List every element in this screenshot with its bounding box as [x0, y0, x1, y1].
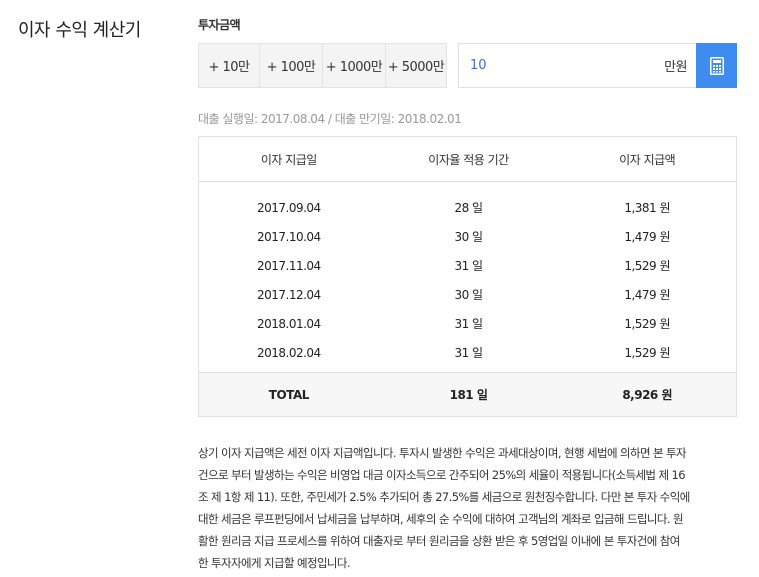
amount-input[interactable] — [459, 44, 665, 87]
amount-unit: 만원 — [664, 60, 687, 75]
table-total-row: TOTAL 181 일 8,926 원 — [199, 372, 736, 416]
header-payment-date: 이자 지급일 — [260, 152, 318, 167]
total-period: 181 일 — [449, 388, 488, 402]
interest-table: 이자 지급일 이자율 적용 기간 이자 지급액 2017.09.04 28 일 … — [198, 136, 737, 417]
amount-input-wrapper: 만원 — [458, 43, 696, 88]
amount-button-group: + 10만 + 100만 + 1000만 + 5000만 — [198, 43, 447, 88]
tax-notice: 상기 이자 지급액은 세전 이자 지급액입니다. 투자시 발생한 수익은 과세대… — [198, 442, 738, 574]
payment-date: 2017.10.04 — [256, 229, 321, 244]
header-payment-amount: 이자 지급액 — [619, 152, 676, 167]
table-row: 2018.01.04 31 일 1,529 원 — [199, 309, 736, 338]
payment-amount: 1,529 원 — [624, 317, 671, 331]
table-row: 2017.09.04 28 일 1,381 원 — [199, 193, 736, 222]
payment-date: 2018.02.04 — [256, 345, 321, 360]
payment-amount: 1,529 원 — [624, 346, 671, 360]
header-rate-period: 이자율 적용 기간 — [428, 152, 509, 167]
total-label: TOTAL — [268, 387, 310, 402]
payment-date: 2017.11.04 — [256, 258, 321, 273]
add-100-button[interactable]: + 100만 — [260, 43, 323, 88]
payment-amount: 1,479 원 — [624, 230, 671, 244]
invest-amount-label: 투자금액 — [198, 18, 241, 32]
table-row: 2018.02.04 31 일 1,529 원 — [199, 338, 736, 367]
add-10-button[interactable]: + 10만 — [198, 43, 260, 88]
rate-period: 31 일 — [454, 346, 483, 360]
payment-amount: 1,529 원 — [624, 259, 671, 273]
table-header: 이자 지급일 이자율 적용 기간 이자 지급액 — [199, 137, 736, 182]
table-row: 2017.11.04 31 일 1,529 원 — [199, 251, 736, 280]
table-row: 2017.10.04 30 일 1,479 원 — [199, 222, 736, 251]
notice-line: 대한 세금은 루프펀딩에서 납세금을 납부하며, 세후의 순 수익에 대하여 고… — [198, 512, 684, 526]
payment-date: 2017.09.04 — [256, 200, 321, 215]
calculate-button[interactable] — [696, 43, 737, 88]
payment-amount: 1,479 원 — [624, 288, 671, 302]
table-body: 2017.09.04 28 일 1,381 원 2017.10.04 30 일 … — [199, 182, 736, 367]
add-1000-button[interactable]: + 1000만 — [323, 43, 386, 88]
table-row: 2017.12.04 30 일 1,479 원 — [199, 280, 736, 309]
rate-period: 31 일 — [454, 317, 483, 331]
loan-date-info: 대출 실행일: 2017.08.04 / 대출 만기일: 2018.02.01 — [198, 112, 462, 126]
notice-line: 조 제 1항 제 11). 또한, 주민세가 2.5% 추가되어 총 27.5%… — [198, 490, 690, 504]
page-title: 이자 수익 계산기 — [18, 20, 141, 41]
total-amount: 8,926 원 — [622, 388, 673, 402]
payment-amount: 1,381 원 — [624, 201, 671, 215]
notice-line: 건으로 부터 발생하는 수익은 비영업 대금 이자소득으로 간주되어 25%의 … — [198, 468, 686, 482]
rate-period: 31 일 — [454, 259, 483, 273]
notice-line: 한 투자자에게 지급할 예정입니다. — [198, 556, 351, 570]
add-5000-button[interactable]: + 5000만 — [386, 43, 447, 88]
notice-line: 활한 원리금 지급 프로세스를 위하여 대출자로 부터 원리금을 상환 받은 후… — [198, 534, 680, 548]
rate-period: 28 일 — [454, 201, 483, 215]
rate-period: 30 일 — [454, 230, 483, 244]
rate-period: 30 일 — [454, 288, 483, 302]
payment-date: 2018.01.04 — [256, 316, 321, 331]
payment-date: 2017.12.04 — [256, 287, 321, 302]
calculator-icon — [709, 56, 724, 75]
notice-line: 상기 이자 지급액은 세전 이자 지급액입니다. 투자시 발생한 수익은 과세대… — [198, 446, 687, 460]
